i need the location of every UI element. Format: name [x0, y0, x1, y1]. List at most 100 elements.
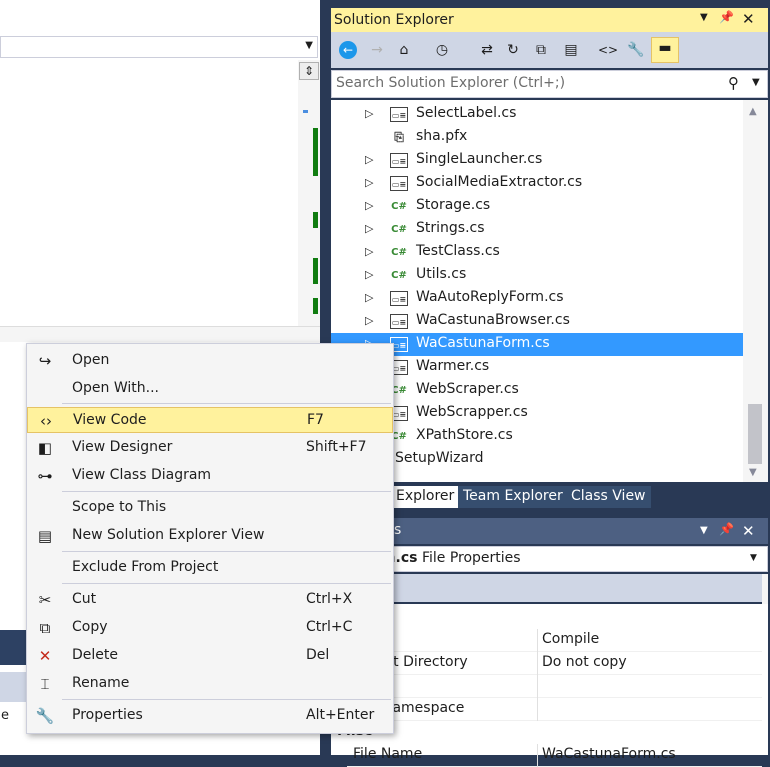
menu-item-label: New Solution Explorer View [72, 527, 265, 543]
expand-arrow-icon[interactable]: ▷ [365, 107, 373, 120]
change-marker [313, 212, 318, 228]
csharp-icon: C# [391, 201, 407, 212]
menu-item-open[interactable]: ↪ Open [27, 348, 393, 374]
form-icon: ▭≡ [390, 314, 408, 329]
tree-item[interactable]: ⎘ sha.pfx [331, 126, 743, 149]
view-code-icon[interactable]: <> [598, 40, 618, 60]
tree-item[interactable]: ▷ ▭≡ SelectLabel.cs [331, 103, 743, 126]
tab-team-explorer[interactable]: Team Explorer [458, 486, 568, 508]
search-icon[interactable]: ⚲ [728, 74, 739, 92]
preview-icon[interactable]: ▬ [651, 37, 679, 63]
menu-item-label: View Designer [72, 439, 173, 455]
category-advanced[interactable]: ced [331, 606, 762, 629]
menu-item-new-solution-explorer-view[interactable]: ▤ New Solution Explorer View [27, 523, 393, 549]
dropdown-icon[interactable]: ▼ [700, 12, 708, 23]
editor-vertical-scrollbar[interactable] [298, 60, 320, 326]
scroll-up-icon[interactable]: ▲ [749, 106, 757, 117]
property-row[interactable]: o Output Directory Do not copy [331, 652, 762, 675]
menu-item-label: Delete [72, 647, 118, 663]
tree-item[interactable]: ▷ ▭≡ SingleLauncher.cs [331, 149, 743, 172]
chevron-down-icon: ▼ [305, 40, 313, 51]
tab-solution-explorer[interactable]: Explorer [391, 486, 460, 508]
close-icon[interactable]: ✕ [742, 10, 755, 28]
menu-item-scope-to-this[interactable]: Scope to This [27, 495, 393, 521]
search-options-icon[interactable]: ▼ [752, 77, 760, 88]
expand-arrow-icon[interactable]: ▷ [365, 268, 373, 281]
scroll-down-icon[interactable]: ▼ [749, 467, 757, 478]
property-row[interactable]: ActionCompile [331, 629, 762, 652]
editor-text-area[interactable] [0, 60, 296, 324]
tree-item-label: SocialMediaExtractor.cs [416, 174, 583, 190]
tree-item-label: SelectLabel.cs [416, 105, 517, 121]
menu-item-label: Cut [72, 591, 97, 607]
designer-icon: ◧ [37, 439, 53, 457]
sync-icon[interactable]: ⇄ [477, 40, 497, 60]
expand-arrow-icon[interactable]: ▷ [365, 176, 373, 189]
properties-grid: ced ActionCompile o Output DirectoryDo n… [331, 604, 768, 767]
category-misc[interactable]: Misc [331, 721, 762, 744]
tree-item[interactable]: ▷ C# Storage.cs [331, 195, 743, 218]
menu-item-label: View Class Diagram [72, 467, 212, 483]
menu-separator [62, 551, 391, 552]
back-icon[interactable]: ← [339, 41, 357, 59]
split-editor-button[interactable]: ⇕ [299, 62, 319, 80]
menu-item-exclude-from-project[interactable]: Exclude From Project [27, 555, 393, 581]
menu-item-view-designer[interactable]: ◧ View Designer Shift+F7 [27, 435, 393, 461]
chevron-down-icon[interactable]: ▼ [750, 553, 757, 563]
object-type: File Properties [421, 550, 521, 566]
tree-item[interactable]: ▷ C# TestClass.cs [331, 241, 743, 264]
menu-item-cut[interactable]: ✂ Cut Ctrl+X [27, 587, 393, 613]
menu-item-properties[interactable]: 🔧 Properties Alt+Enter [27, 703, 393, 729]
menu-item-view-class-diagram[interactable]: ⊶ View Class Diagram [27, 463, 393, 489]
tree-item-label: Strings.cs [416, 220, 485, 236]
menu-item-view-code[interactable]: ‹› View Code F7 [27, 407, 393, 433]
scrollbar-thumb[interactable] [748, 404, 762, 464]
refresh-icon[interactable]: ↻ [503, 40, 523, 60]
history-icon[interactable]: ◷ [432, 40, 452, 60]
close-icon[interactable]: ✕ [742, 522, 755, 540]
property-row[interactable]: File Name WaCastunaForm.cs [347, 744, 762, 767]
wrench-icon[interactable]: 🔧 [626, 40, 646, 60]
tree-item[interactable]: ▷ ▭≡ WaCastunaBrowser.cs [331, 310, 743, 333]
menu-item-rename[interactable]: ⌶ Rename [27, 671, 393, 697]
property-row[interactable]: n Tool Namespace [331, 698, 762, 721]
tree-item[interactable]: ▷ ▭≡ WaAutoReplyForm.cs [331, 287, 743, 310]
rename-icon: ⌶ [40, 675, 50, 693]
forward-icon[interactable]: → [367, 40, 387, 60]
tree-item[interactable]: ▷ ▭≡ SocialMediaExtractor.cs [331, 172, 743, 195]
tree-item-label: WaCastunaBrowser.cs [416, 312, 570, 328]
expand-arrow-icon[interactable]: ▷ [365, 314, 373, 327]
change-marker [313, 298, 318, 314]
menu-item-open-with[interactable]: Open With... [27, 376, 393, 402]
expand-arrow-icon[interactable]: ▷ [365, 222, 373, 235]
tree-item-label: sha.pfx [416, 128, 468, 144]
editor-horizontal-scrollbar[interactable] [0, 326, 320, 342]
expand-arrow-icon[interactable]: ▷ [365, 153, 373, 166]
pin-icon[interactable]: 📌 [719, 10, 734, 24]
menu-separator [62, 403, 391, 404]
navigation-dropdown[interactable]: ▼ [0, 36, 318, 58]
search-placeholder: Search Solution Explorer (Ctrl+;) [336, 75, 566, 91]
home-icon[interactable]: ⌂ [394, 40, 414, 60]
wrench-icon: 🔧 [35, 707, 55, 725]
tree-item[interactable]: ▷ C# Utils.cs [331, 264, 743, 287]
tree-item[interactable]: ▷ C# Strings.cs [331, 218, 743, 241]
expand-arrow-icon[interactable]: ▷ [365, 291, 373, 304]
menu-item-shortcut: Ctrl+C [306, 619, 353, 635]
menu-item-copy[interactable]: ⧉ Copy Ctrl+C [27, 615, 393, 641]
show-all-files-icon[interactable]: ▤ [561, 40, 581, 60]
tab-class-view[interactable]: Class View [566, 486, 651, 508]
tree-item-label: Utils.cs [416, 266, 467, 282]
property-row[interactable]: n Tool [331, 675, 762, 698]
form-icon: ▭≡ [390, 176, 408, 191]
collapse-all-icon[interactable]: ⧉ [531, 40, 551, 60]
menu-item-label: Rename [72, 675, 130, 691]
menu-item-delete[interactable]: ✕ Delete Del [27, 643, 393, 669]
pin-icon[interactable]: 📌 [719, 522, 734, 536]
csharp-icon: C# [391, 270, 407, 281]
menu-item-shortcut: Del [306, 647, 330, 663]
tree-item-label: TestClass.cs [416, 243, 500, 259]
expand-arrow-icon[interactable]: ▷ [365, 245, 373, 258]
expand-arrow-icon[interactable]: ▷ [365, 199, 373, 212]
dropdown-icon[interactable]: ▼ [700, 525, 708, 536]
